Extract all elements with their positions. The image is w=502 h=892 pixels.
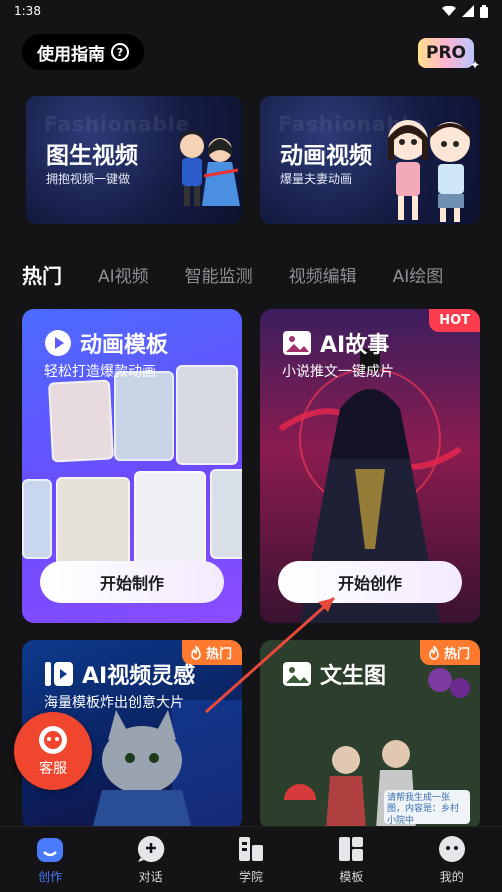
card-header: AI视频灵感	[44, 658, 195, 690]
tab-ai-video[interactable]: AI视频	[98, 262, 149, 287]
template-thumbnail	[56, 477, 130, 573]
image-icon	[283, 331, 311, 355]
hot-tag-label: 热门	[205, 647, 232, 662]
banner-subtitle: 爆量夫妻动画	[280, 172, 353, 186]
question-icon: ?	[111, 43, 129, 61]
banner-subtitle: 拥抱视频一键做	[46, 172, 131, 186]
cartoon-couple-image	[180, 131, 240, 206]
banner-image-to-video[interactable]: Fashionable 图生视频 拥抱视频一键做	[26, 96, 242, 224]
video-icon	[45, 662, 73, 686]
card-header: 动画模板	[44, 327, 168, 359]
wifi-icon	[442, 5, 456, 16]
card-title: AI故事	[320, 333, 390, 358]
tab-video-edit[interactable]: 视频编辑	[289, 262, 357, 287]
card-text-to-image[interactable]: 热门 文生图 请帮我生成一张图，内容是：乡村小院中	[260, 640, 480, 830]
banner-animation-video[interactable]: Fashionable 动画视频 爆量夫妻动画	[260, 96, 480, 224]
card-title: 动画模板	[80, 333, 169, 358]
start-making-button[interactable]: 开始制作	[40, 561, 224, 603]
hot-tag: 热门	[419, 640, 480, 665]
tab-hot[interactable]: 热门	[22, 260, 62, 289]
pro-label: PRO	[425, 43, 466, 63]
battery-icon	[480, 4, 488, 18]
nav-label: 学院	[238, 870, 263, 884]
banner-bg-text: Fashionable	[44, 112, 191, 136]
card-header: 文生图	[282, 658, 386, 690]
category-tabs: 热门 AI视频 智能监测 视频编辑 AI绘图	[0, 252, 502, 296]
template-thumbnail	[134, 471, 206, 567]
card-ai-story[interactable]: HOT AI故事 小说推文一键成片 开始创作	[260, 309, 480, 623]
nav-profile[interactable]: 我的	[417, 834, 487, 885]
banner-title: 图生视频	[46, 143, 138, 169]
top-bar: 使用指南 ? PRO ✦	[0, 30, 502, 76]
card-subtitle: 轻松打造爆款动画	[44, 364, 156, 380]
headset-icon	[39, 726, 67, 754]
card-animation-template[interactable]: 动画模板 轻松打造爆款动画 开始制作	[22, 309, 242, 623]
bottom-nav: 创作 对话 学院 模板 我的	[0, 826, 502, 892]
start-creating-button[interactable]: 开始创作	[278, 561, 462, 603]
nav-label: 我的	[439, 870, 464, 884]
nav-academy[interactable]: 学院	[216, 834, 286, 885]
card-subtitle: 海量模板炸出创意大片	[44, 695, 184, 711]
hot-tag: HOT	[429, 309, 480, 332]
guide-button[interactable]: 使用指南 ?	[22, 34, 144, 70]
play-icon	[45, 330, 71, 356]
pro-badge[interactable]: PRO	[418, 38, 474, 68]
cartoon-husband-wife-image	[388, 120, 470, 222]
template-thumbnail	[22, 479, 52, 559]
fire-icon	[429, 645, 439, 660]
signal-icon	[462, 5, 474, 17]
chat-icon	[137, 835, 164, 862]
card-title: AI视频灵感	[82, 664, 196, 689]
banner-title: 动画视频	[280, 143, 372, 169]
academy-icon	[238, 837, 263, 861]
prompt-note: 请帮我生成一张图，内容是：乡村小院中	[384, 790, 470, 824]
guide-label: 使用指南	[37, 44, 105, 65]
template-thumbnail	[176, 365, 238, 465]
customer-service-button[interactable]: 客服	[14, 712, 92, 790]
template-thumbnail	[210, 469, 242, 559]
status-icons	[442, 4, 488, 18]
nav-chat[interactable]: 对话	[116, 834, 186, 885]
service-label: 客服	[39, 761, 67, 777]
template-thumbnail	[114, 371, 174, 461]
nav-label: 模板	[339, 870, 364, 884]
status-bar: 1:38	[0, 0, 502, 22]
image-icon	[283, 662, 311, 686]
profile-icon	[438, 836, 465, 862]
template-icon	[339, 837, 364, 861]
create-icon	[37, 838, 64, 862]
nav-label: 创作	[38, 870, 63, 884]
nav-template[interactable]: 模板	[316, 834, 386, 885]
sparkle-icon: ✦	[470, 58, 481, 72]
nav-create[interactable]: 创作	[15, 834, 85, 885]
hot-tag-label: 热门	[443, 647, 470, 662]
status-time: 1:38	[14, 4, 41, 18]
card-subtitle: 小说推文一键成片	[282, 364, 394, 380]
nav-label: 对话	[138, 870, 163, 884]
card-header: AI故事	[282, 327, 389, 359]
template-thumbnail	[47, 379, 115, 463]
card-title: 文生图	[320, 664, 387, 689]
tab-ai-drawing[interactable]: AI绘图	[393, 262, 444, 287]
tab-smart-monitor[interactable]: 智能监测	[185, 262, 253, 287]
